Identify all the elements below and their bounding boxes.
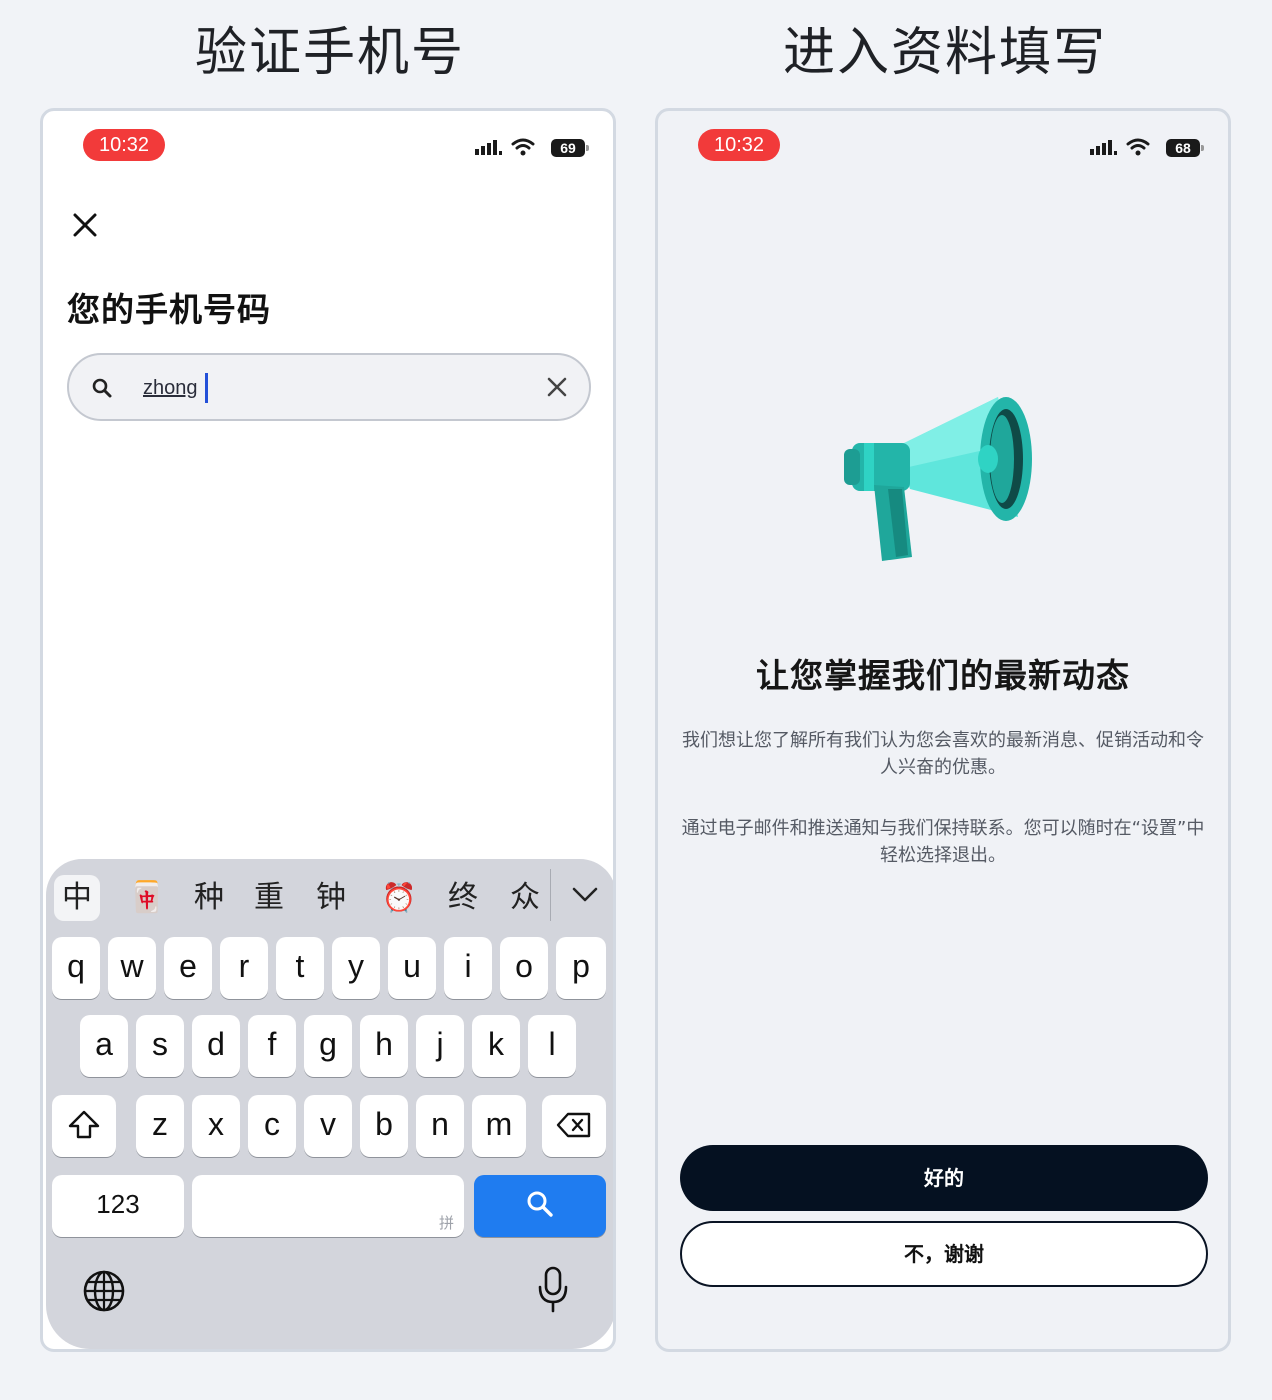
clear-icon[interactable]	[545, 375, 569, 399]
key-t[interactable]: t	[276, 937, 324, 999]
numbers-key[interactable]: 123	[52, 1175, 184, 1237]
left-column-title: 验证手机号	[194, 23, 465, 83]
search-input-value[interactable]: zhong	[143, 375, 198, 401]
key-p[interactable]: p	[556, 937, 606, 999]
candidate-item[interactable]: ⏰	[376, 875, 422, 921]
search-icon	[92, 378, 112, 398]
key-m[interactable]: m	[472, 1095, 526, 1157]
key-d[interactable]: d	[192, 1015, 240, 1077]
page-title: 您的手机号码	[67, 290, 271, 329]
key-y[interactable]: y	[332, 937, 380, 999]
key-o[interactable]: o	[500, 937, 548, 999]
candidate-bar: 中 🀄 种 重 钟 ⏰ 终 众	[46, 859, 613, 935]
promo-paragraph-1: 我们想让您了解所有我们认为您会喜欢的最新消息、促销活动和令人兴奋的优惠。	[682, 730, 1204, 778]
candidate-item[interactable]: 种	[186, 875, 232, 921]
key-u[interactable]: u	[388, 937, 436, 999]
candidate-item[interactable]: 钟	[308, 875, 354, 921]
key-x[interactable]: x	[192, 1095, 240, 1157]
decline-button[interactable]: 不，谢谢	[680, 1221, 1208, 1287]
promo-paragraph-2: 通过电子邮件和推送通知与我们保持联系。您可以随时在“设置”中轻松选择退出。	[681, 818, 1205, 866]
search-icon	[527, 1191, 553, 1217]
keyboard: 中 🀄 种 重 钟 ⏰ 终 众 q w e r t y u i o p a s …	[46, 859, 613, 1349]
candidate-item[interactable]: 众	[502, 875, 548, 921]
globe-icon[interactable]	[82, 1269, 126, 1313]
candidate-item[interactable]: 中	[54, 875, 100, 921]
battery-indicator: 68	[1166, 139, 1204, 157]
battery-indicator: 69	[551, 139, 589, 157]
shift-key[interactable]	[52, 1095, 116, 1157]
key-r[interactable]: r	[220, 937, 268, 999]
text-caret	[205, 373, 208, 403]
key-c[interactable]: c	[248, 1095, 296, 1157]
key-a[interactable]: a	[80, 1015, 128, 1077]
key-g[interactable]: g	[304, 1015, 352, 1077]
candidate-item[interactable]: 重	[246, 875, 292, 921]
status-icons: 69	[475, 137, 589, 161]
key-l[interactable]: l	[528, 1015, 576, 1077]
candidate-separator	[550, 869, 551, 921]
candidate-item[interactable]: 终	[440, 875, 486, 921]
key-i[interactable]: i	[444, 937, 492, 999]
status-time: 10:32	[698, 129, 780, 161]
key-k[interactable]: k	[472, 1015, 520, 1077]
signal-icon	[1090, 140, 1117, 155]
phone-verify-screen: 10:32 69 您的手机号码 zhong 中 🀄 种 重 钟 ⏰ 终 众 q …	[40, 108, 616, 1352]
wifi-icon	[511, 138, 535, 156]
space-key-hint: 拼	[438, 1215, 454, 1232]
promo-title: 让您掌握我们的最新动态	[756, 656, 1130, 695]
space-key[interactable]: 拼	[192, 1175, 464, 1237]
microphone-icon[interactable]	[536, 1265, 570, 1315]
right-column-title: 进入资料填写	[782, 23, 1107, 83]
megaphone-icon	[844, 397, 1032, 561]
key-z[interactable]: z	[136, 1095, 184, 1157]
key-h[interactable]: h	[360, 1015, 408, 1077]
chevron-down-icon[interactable]	[570, 883, 600, 907]
status-time: 10:32	[83, 129, 165, 161]
phone-search-input[interactable]: zhong	[67, 353, 591, 421]
key-b[interactable]: b	[360, 1095, 408, 1157]
key-v[interactable]: v	[304, 1095, 352, 1157]
ok-button[interactable]: 好的	[680, 1145, 1208, 1211]
close-icon[interactable]	[67, 207, 103, 243]
signal-icon	[475, 140, 502, 155]
key-j[interactable]: j	[416, 1015, 464, 1077]
key-q[interactable]: q	[52, 937, 100, 999]
key-w[interactable]: w	[108, 937, 156, 999]
key-e[interactable]: e	[164, 937, 212, 999]
search-key[interactable]	[474, 1175, 606, 1237]
status-icons: 68	[1090, 137, 1204, 161]
shift-icon	[68, 1110, 100, 1139]
phone-promo-screen: 10:32 68 让您掌握我们的最新动态 我们想让您了解所有我们认为您会喜欢的最…	[655, 108, 1231, 1352]
backspace-key[interactable]	[542, 1095, 606, 1157]
wifi-icon	[1126, 138, 1150, 156]
backspace-icon	[556, 1112, 591, 1138]
key-s[interactable]: s	[136, 1015, 184, 1077]
candidate-item[interactable]: 🀄	[124, 875, 170, 921]
key-f[interactable]: f	[248, 1015, 296, 1077]
key-n[interactable]: n	[416, 1095, 464, 1157]
